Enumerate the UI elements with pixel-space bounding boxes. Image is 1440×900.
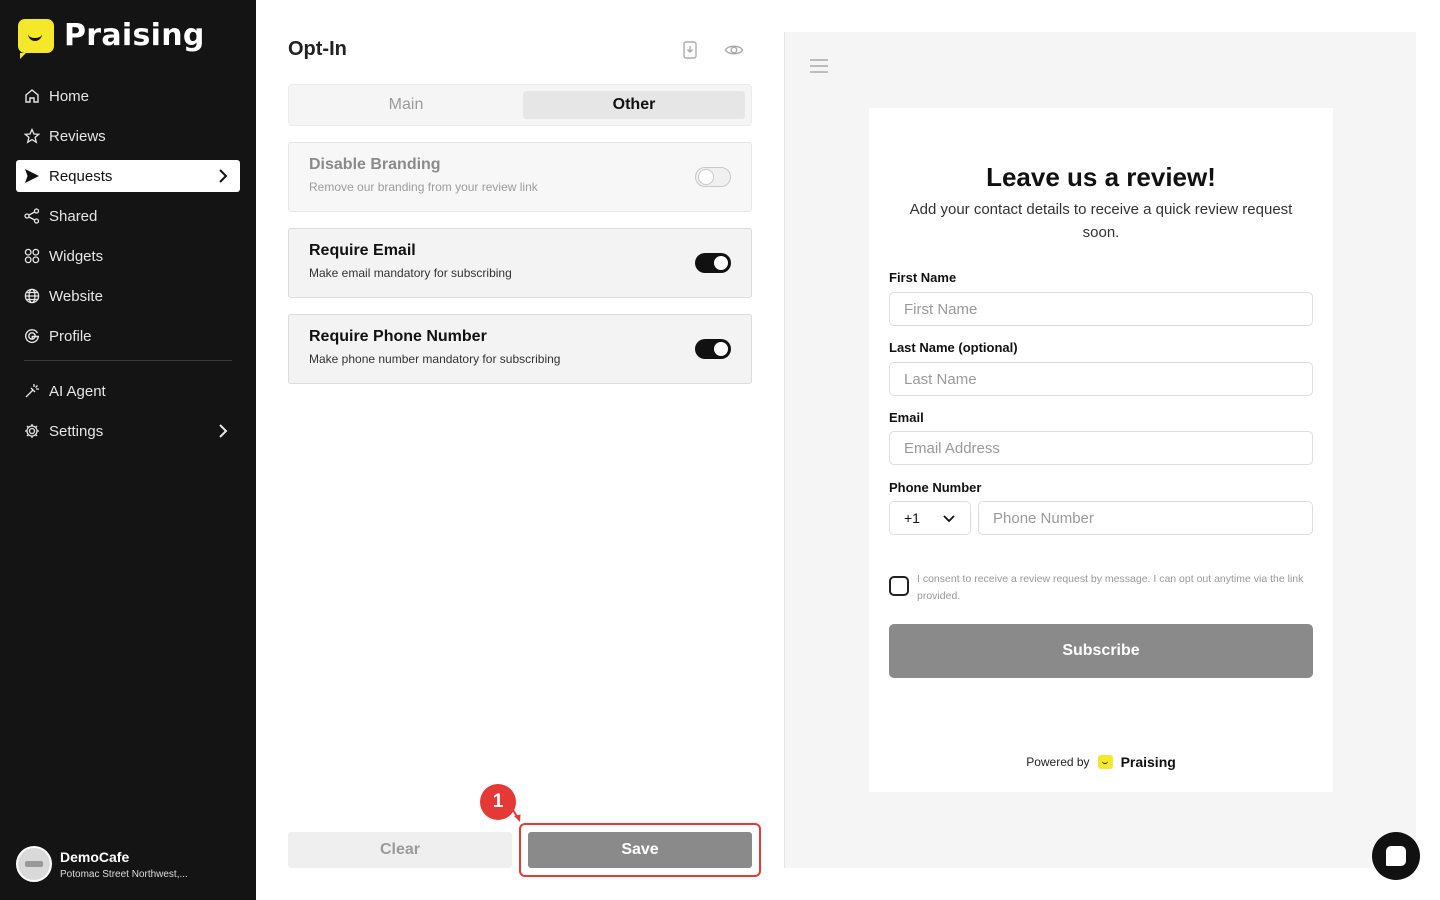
sidebar-nav: Home Reviews Requests Shared Widgets Web… <box>16 80 240 455</box>
tab-other[interactable]: Other <box>523 91 745 119</box>
setting-description: Remove our branding from your review lin… <box>309 180 538 194</box>
account-switcher[interactable]: DemoCafe Potomac Street Northwest,... <box>16 846 188 882</box>
chat-icon <box>1386 846 1406 866</box>
sidebar-item-reviews[interactable]: Reviews <box>16 120 240 152</box>
setting-title: Require Phone Number <box>309 328 487 345</box>
form-title: Leave us a review! <box>986 162 1216 192</box>
gear-icon <box>25 424 39 438</box>
sidebar-item-shared[interactable]: Shared <box>16 200 240 232</box>
sidebar-item-settings[interactable]: Settings <box>16 415 240 447</box>
country-code-value: +1 <box>904 510 920 526</box>
consent-text: I consent to receive a review request by… <box>917 573 1304 602</box>
menu-icon[interactable] <box>809 58 829 74</box>
email-input[interactable]: Email Address <box>889 431 1313 465</box>
tab-main[interactable]: Main <box>295 91 517 119</box>
widgets-icon <box>24 248 40 264</box>
sidebar: Praising Home Reviews Requests Shared Wi… <box>0 0 256 900</box>
form-subtitle: Add your contact details to receive a qu… <box>909 201 1293 241</box>
sidebar-item-label: Website <box>49 287 103 305</box>
home-icon <box>25 89 39 103</box>
last-name-input[interactable]: Last Name <box>889 362 1313 396</box>
send-icon <box>25 169 39 183</box>
brand-logo[interactable]: Praising <box>18 18 205 59</box>
sidebar-item-home[interactable]: Home <box>16 80 240 112</box>
country-code-select[interactable]: +1 <box>889 501 971 535</box>
subscribe-button[interactable]: Subscribe <box>889 624 1313 678</box>
sidebar-item-label: Profile <box>49 327 92 345</box>
chevron-right-icon <box>219 169 228 183</box>
eye-icon[interactable] <box>724 40 744 60</box>
praising-logo-icon <box>1097 755 1113 769</box>
setting-title: Require Email <box>309 242 416 259</box>
phone-label: Phone Number <box>889 480 982 495</box>
setting-require-email: Require Email Make email mandatory for s… <box>288 228 752 298</box>
chevron-right-icon <box>219 424 228 438</box>
praising-logo-icon <box>18 18 54 59</box>
first-name-label: First Name <box>889 270 957 285</box>
setting-disable-branding: Disable Branding Remove our branding fro… <box>288 142 752 212</box>
brand-name: Praising <box>64 18 205 53</box>
require-phone-toggle[interactable] <box>695 339 731 359</box>
powered-by: Powered by Praising <box>869 754 1333 770</box>
sidebar-item-label: Requests <box>49 167 113 185</box>
sidebar-item-label: Shared <box>49 207 98 225</box>
sidebar-item-ai-agent[interactable]: AI Agent <box>16 375 240 407</box>
email-label: Email <box>889 410 924 425</box>
first-name-input[interactable]: First Name <box>889 292 1313 326</box>
sidebar-item-label: Reviews <box>49 127 106 145</box>
page-title: Opt-In <box>288 38 347 60</box>
phone-input[interactable]: Phone Number <box>978 501 1313 535</box>
sidebar-item-label: Widgets <box>49 247 104 265</box>
star-icon <box>24 128 40 144</box>
consent-checkbox[interactable] <box>889 576 909 596</box>
sidebar-item-widgets[interactable]: Widgets <box>16 240 240 272</box>
account-name: DemoCafe <box>60 848 130 865</box>
download-icon[interactable] <box>680 40 700 60</box>
preview-pane: Leave us a review! Add your contact deta… <box>784 32 1416 868</box>
sidebar-item-requests[interactable]: Requests <box>16 160 240 192</box>
powered-by-label: Powered by <box>1026 755 1090 769</box>
save-highlight-outline <box>519 823 761 877</box>
chevron-down-icon <box>943 515 955 523</box>
globe-icon <box>24 288 40 304</box>
share-icon <box>24 208 40 224</box>
step-badge: 1 <box>480 784 516 820</box>
setting-description: Make phone number mandatory for subscrib… <box>309 352 561 366</box>
setting-require-phone: Require Phone Number Make phone number m… <box>288 314 752 384</box>
sidebar-item-profile[interactable]: Profile <box>16 320 240 352</box>
sidebar-item-label: AI Agent <box>49 382 106 400</box>
last-name-label: Last Name (optional) <box>889 340 1018 355</box>
avatar <box>16 846 52 882</box>
sidebar-item-website[interactable]: Website <box>16 280 240 312</box>
account-address: Potomac Street Northwest,... <box>60 868 188 880</box>
chat-launcher-button[interactable] <box>1372 832 1420 880</box>
require-email-toggle[interactable] <box>695 253 731 273</box>
nav-divider <box>24 360 232 361</box>
sidebar-item-label: Settings <box>49 422 104 440</box>
tab-bar: Main Other <box>288 84 752 126</box>
optin-form-card: Leave us a review! Add your contact deta… <box>869 108 1333 792</box>
powered-brand: Praising <box>1120 754 1176 770</box>
disable-branding-toggle[interactable] <box>695 167 731 187</box>
setting-description: Make email mandatory for subscribing <box>309 266 512 280</box>
google-icon <box>25 329 40 344</box>
sidebar-item-label: Home <box>49 87 90 105</box>
sparkle-icon <box>25 384 39 398</box>
setting-title: Disable Branding <box>309 156 441 173</box>
clear-button[interactable]: Clear <box>288 832 512 868</box>
